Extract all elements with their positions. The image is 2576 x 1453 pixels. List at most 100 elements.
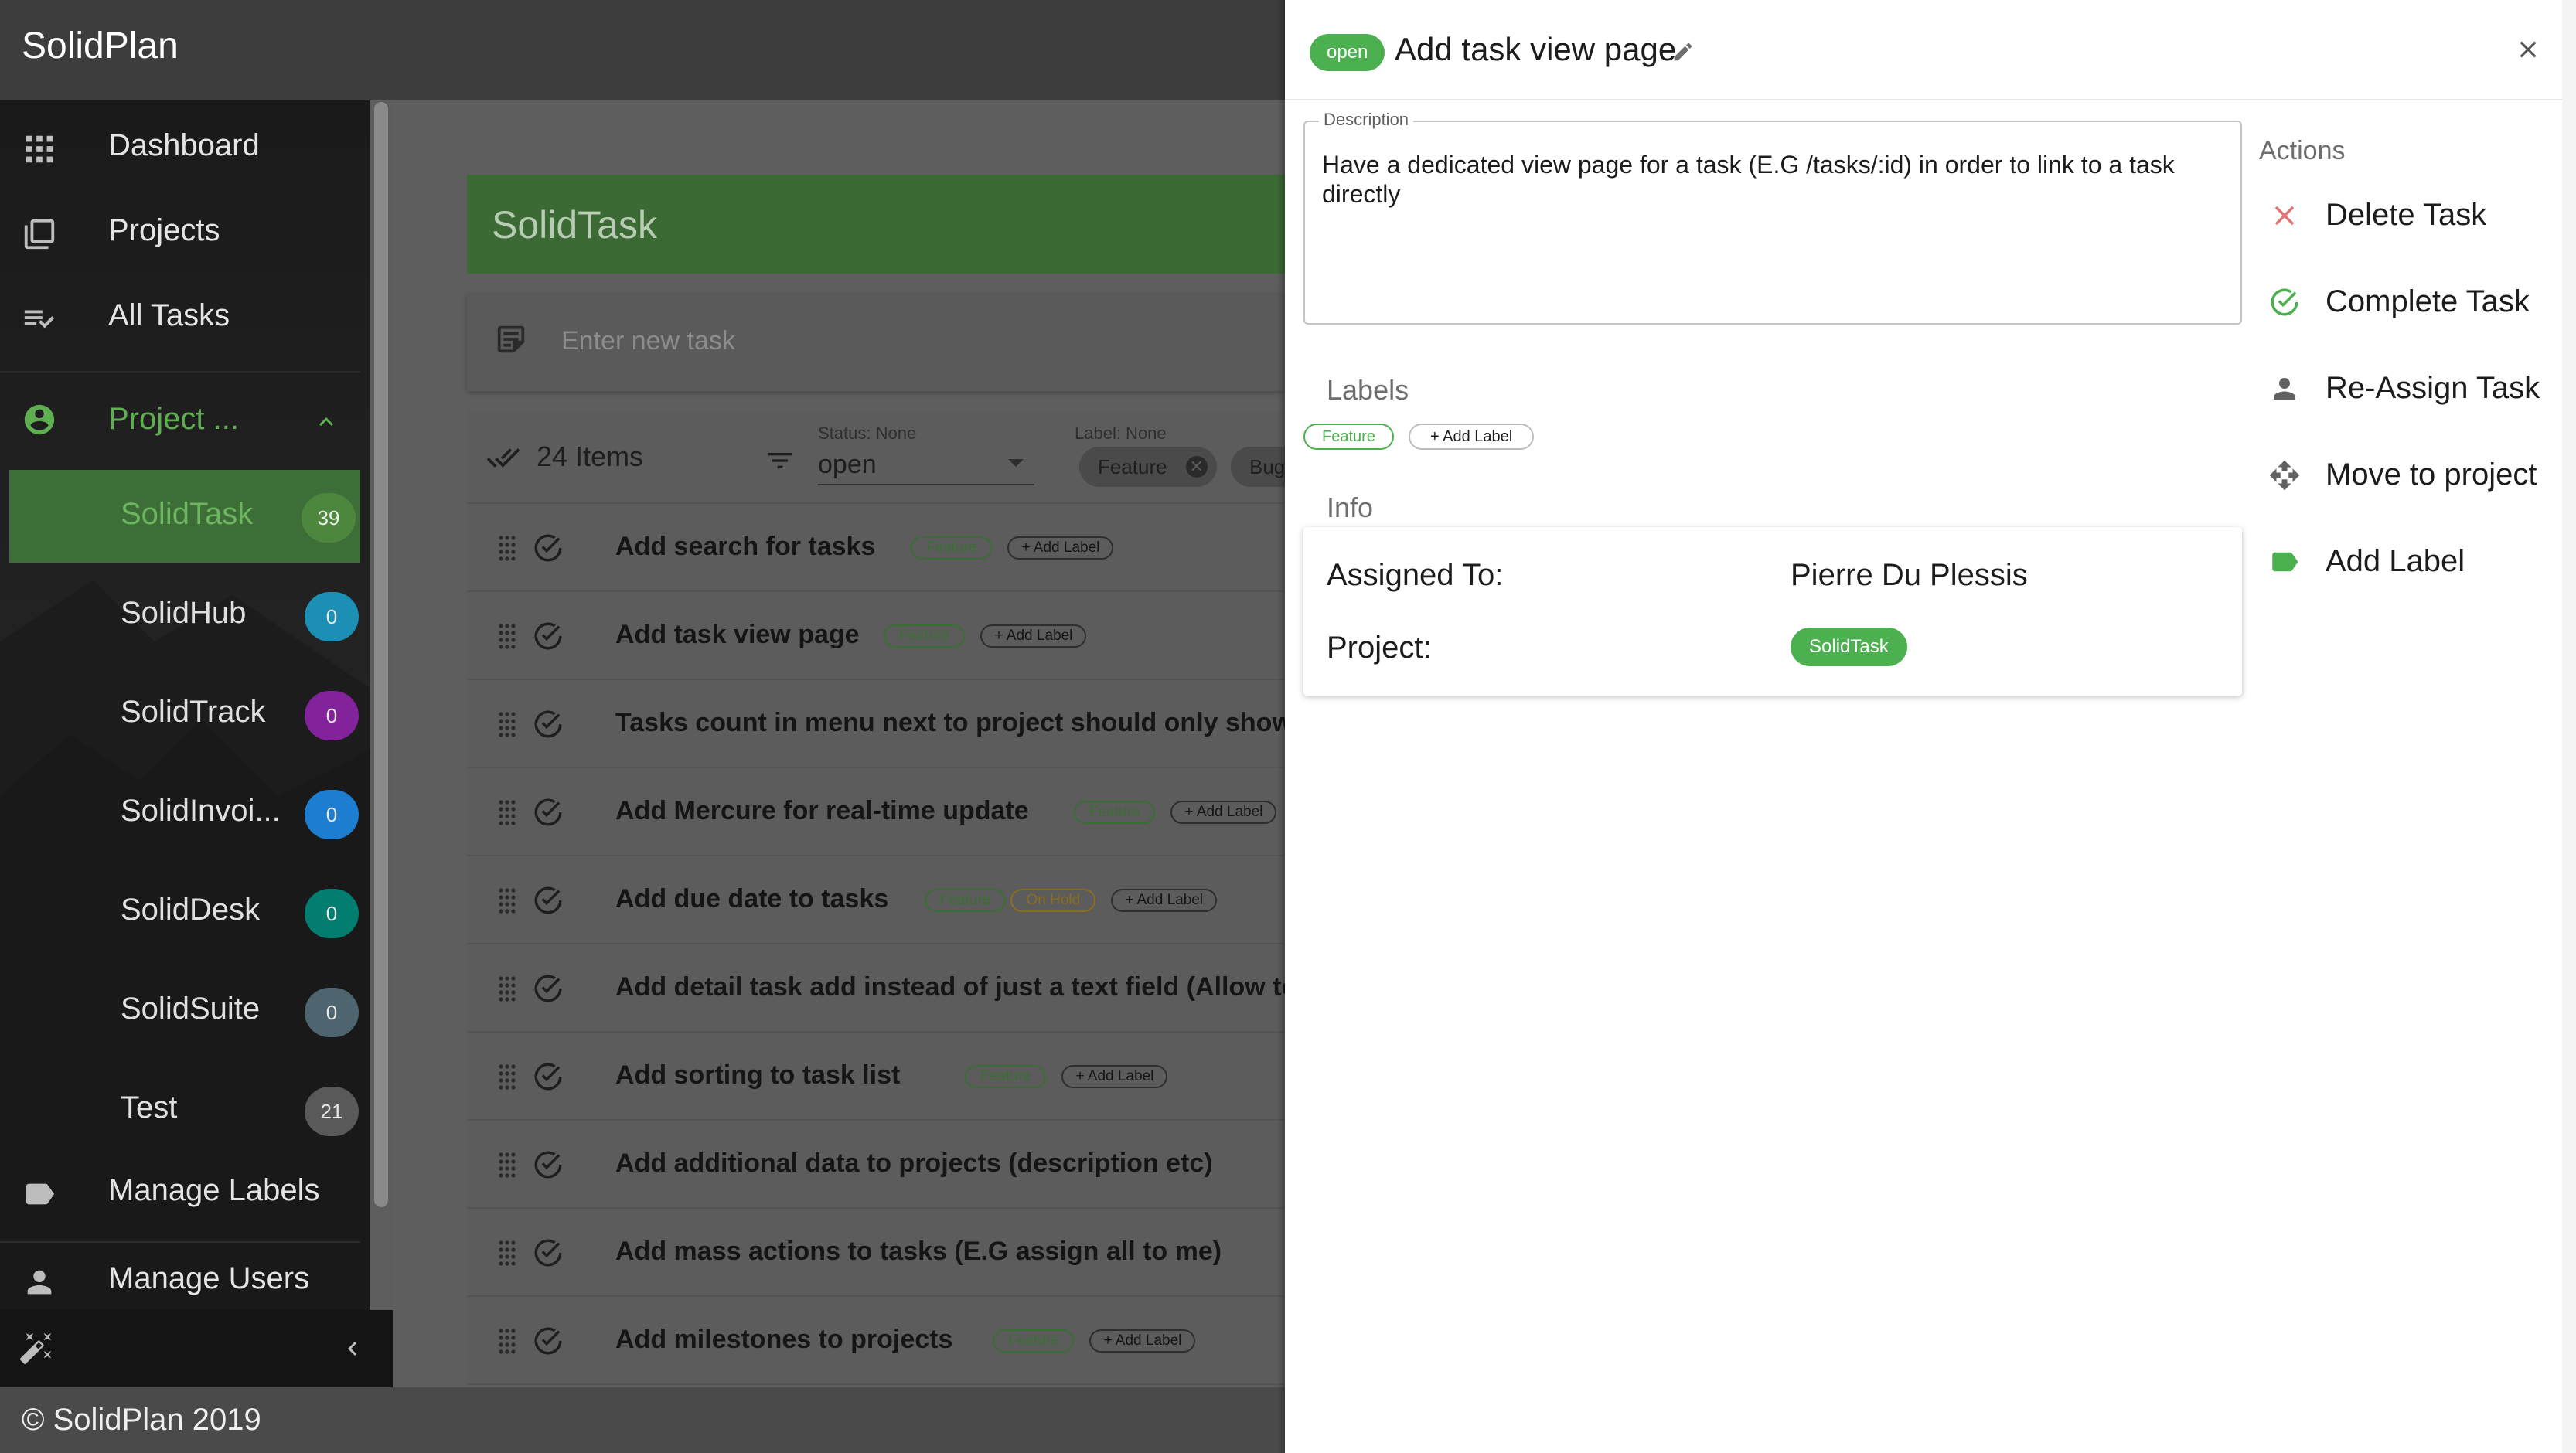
edit-icon[interactable]: [1671, 40, 1695, 63]
task-label-chip[interactable]: On Hold: [1010, 889, 1096, 912]
sidebar-project-soliddesk[interactable]: SolidDesk 0: [0, 866, 370, 958]
add-label-button[interactable]: + Add Label: [980, 624, 1087, 648]
theme-toggle-icon[interactable]: [19, 1330, 54, 1366]
sidebar-item-dashboard[interactable]: Dashboard: [0, 108, 370, 185]
complete-checkbox-icon[interactable]: [532, 1148, 564, 1181]
add-label-button[interactable]: + Add Label: [1170, 801, 1277, 824]
task-title[interactable]: Add task view page: [615, 620, 860, 650]
status-filter-underline: [818, 484, 1034, 485]
complete-checkbox-icon[interactable]: [532, 1060, 564, 1093]
add-label-button[interactable]: + Add Label: [1409, 424, 1535, 450]
task-title[interactable]: Tasks count in menu next to project shou…: [615, 708, 1285, 738]
chevron-down-icon[interactable]: [1008, 459, 1024, 467]
collapse-sidebar-icon[interactable]: [339, 1335, 366, 1363]
complete-checkbox-icon[interactable]: [532, 620, 564, 652]
add-label-button[interactable]: + Add Label: [1061, 1065, 1168, 1088]
task-title[interactable]: Add search for tasks: [615, 532, 875, 562]
task-title[interactable]: Add mass actions to tasks (E.G assign al…: [615, 1237, 1222, 1267]
sidebar-group-label: Project ...: [108, 402, 239, 436]
task-label-chip[interactable]: Feature: [884, 624, 966, 648]
drag-handle-icon[interactable]: [498, 1152, 516, 1178]
complete-checkbox-icon[interactable]: [532, 708, 564, 740]
description-field[interactable]: Description Have a dedicated view page f…: [1303, 110, 2242, 325]
description-text: Have a dedicated view page for a task (E…: [1322, 151, 2175, 208]
task-label-chip[interactable]: Feature: [1074, 801, 1156, 824]
drag-handle-icon[interactable]: [498, 623, 516, 649]
label-icon: [22, 1176, 57, 1212]
task-label-chip[interactable]: Feature: [965, 1065, 1047, 1088]
sidebar-scrollbar[interactable]: [374, 102, 388, 1207]
add-label-button[interactable]: + Add Label: [1089, 1329, 1196, 1353]
drag-handle-icon[interactable]: [498, 711, 516, 737]
task-row[interactable]: Tasks count in menu next to project shou…: [467, 680, 1285, 768]
complete-checkbox-icon[interactable]: [532, 972, 564, 1005]
add-label-action-button[interactable]: Add Label: [2261, 527, 2562, 597]
task-label-chip[interactable]: Feature: [925, 889, 1007, 912]
sidebar-project-solidhub[interactable]: SolidHub 0: [0, 569, 370, 662]
new-task-placeholder: Enter new task: [561, 326, 735, 356]
task-row[interactable]: Add mass actions to tasks (E.G assign al…: [467, 1209, 1285, 1297]
close-icon[interactable]: [2514, 36, 2542, 63]
sidebar-project-solidtrack[interactable]: SolidTrack 0: [0, 668, 370, 761]
add-label-button[interactable]: + Add Label: [1111, 889, 1218, 912]
sidebar-item-manage-users[interactable]: Manage Users: [0, 1241, 370, 1310]
drag-handle-icon[interactable]: [498, 1063, 516, 1090]
sidebar-item-manage-labels[interactable]: Manage Labels: [0, 1153, 370, 1230]
chip-remove-icon[interactable]: ✕: [1185, 456, 1208, 478]
add-label-button[interactable]: + Add Label: [1007, 536, 1114, 560]
project-label: SolidSuite: [121, 992, 261, 1026]
sidebar-project-solidsuite[interactable]: SolidSuite 0: [0, 965, 370, 1057]
complete-checkbox-icon[interactable]: [532, 532, 564, 564]
label-filter-chip-feature[interactable]: Feature ✕: [1079, 447, 1217, 487]
sidebar-item-projects[interactable]: Projects: [0, 193, 370, 271]
task-count: 24 Items: [537, 441, 644, 472]
complete-checkbox-icon[interactable]: [532, 1325, 564, 1357]
drag-handle-icon[interactable]: [498, 1240, 516, 1266]
complete-checkbox-icon[interactable]: [532, 884, 564, 917]
task-title[interactable]: Add Mercure for real-time update: [615, 796, 1029, 826]
task-row[interactable]: Add additional data to projects (descrip…: [467, 1121, 1285, 1209]
drag-handle-icon[interactable]: [498, 1328, 516, 1354]
project-header: SolidTask: [467, 175, 1285, 274]
complete-checkbox-icon[interactable]: [532, 1237, 564, 1269]
reassign-task-button[interactable]: Re-Assign Task: [2261, 354, 2562, 424]
task-row[interactable]: Add Mercure for real-time update Feature +…: [467, 768, 1285, 856]
complete-checkbox-icon[interactable]: [532, 796, 564, 829]
sidebar-project-solidinvoice[interactable]: SolidInvoi... 0: [0, 767, 370, 859]
new-task-field[interactable]: Enter new task: [467, 294, 1285, 391]
task-title[interactable]: Add milestones to projects: [615, 1325, 952, 1355]
sidebar-item-label: Manage Labels: [108, 1173, 320, 1207]
task-row[interactable]: Add task view page Feature + Add Label: [467, 592, 1285, 680]
task-row[interactable]: Add due date to tasks Feature On Hold + Add…: [467, 856, 1285, 944]
project-badge[interactable]: SolidTask: [1791, 628, 1907, 666]
task-detail-drawer: open Add task view page Description Have…: [1285, 0, 2576, 1453]
task-title[interactable]: Add detail task add instead of just a te…: [615, 972, 1285, 1002]
drag-handle-icon[interactable]: [498, 535, 516, 561]
label-chip-feature[interactable]: Feature: [1303, 424, 1394, 450]
done-all-icon[interactable]: [484, 441, 523, 475]
move-to-project-button[interactable]: Move to project: [2261, 441, 2562, 510]
task-title[interactable]: Add due date to tasks: [615, 884, 888, 914]
chevron-up-icon[interactable]: [312, 408, 340, 436]
project-count-badge: 0: [305, 691, 359, 740]
sidebar-project-solidtask[interactable]: SolidTask 39: [9, 470, 360, 563]
drag-handle-icon[interactable]: [498, 887, 516, 914]
sidebar-projects-group[interactable]: Project ...: [0, 377, 370, 462]
sidebar-project-test[interactable]: Test 21: [0, 1063, 370, 1156]
task-row[interactable]: Add milestones to projects Feature + Add L…: [467, 1297, 1285, 1385]
drag-handle-icon[interactable]: [498, 975, 516, 1002]
sidebar-item-all-tasks[interactable]: All Tasks: [0, 278, 370, 356]
filter-icon[interactable]: [764, 445, 796, 476]
task-tags: Feature + Add Label: [965, 1065, 1168, 1088]
task-label-chip[interactable]: Feature: [993, 1329, 1075, 1353]
complete-task-button[interactable]: Complete Task: [2261, 267, 2562, 337]
status-filter-select[interactable]: open: [818, 450, 877, 480]
task-label-chip[interactable]: Feature: [911, 536, 993, 560]
task-title[interactable]: Add sorting to task list: [615, 1060, 900, 1091]
task-row[interactable]: Add sorting to task list Feature + Add Lab…: [467, 1033, 1285, 1121]
drag-handle-icon[interactable]: [498, 799, 516, 825]
task-row[interactable]: Add detail task add instead of just a te…: [467, 944, 1285, 1033]
delete-task-button[interactable]: Delete Task: [2261, 181, 2562, 250]
task-row[interactable]: Add search for tasks Feature + Add Label: [467, 504, 1285, 592]
task-title[interactable]: Add additional data to projects (descrip…: [615, 1148, 1213, 1179]
